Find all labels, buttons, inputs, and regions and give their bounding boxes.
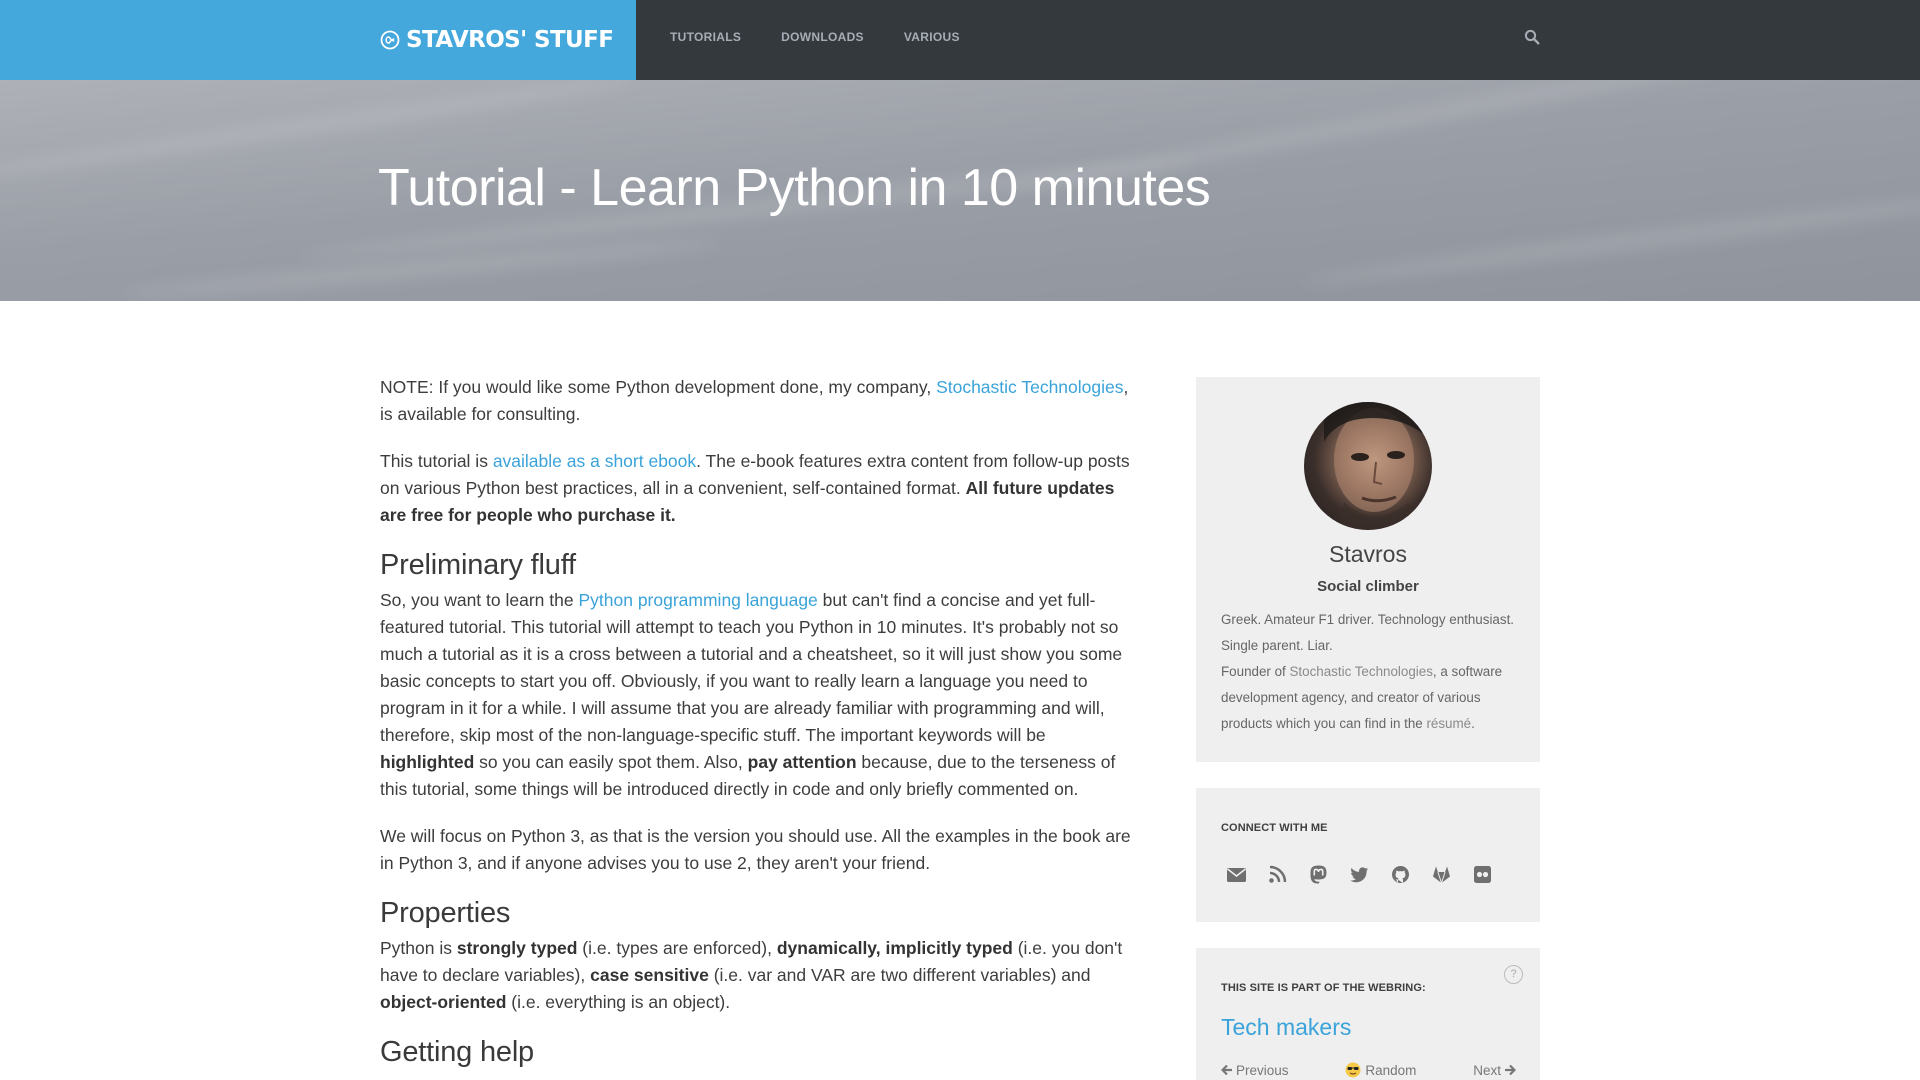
props-text: Python is	[380, 938, 457, 958]
twitter-icon[interactable]	[1349, 864, 1370, 885]
webring-next-link[interactable]: Next	[1473, 1062, 1516, 1078]
help-icon[interactable]: ?	[1504, 965, 1523, 984]
bio-founder: Founder of Stochastic Technologies, a so…	[1221, 659, 1521, 737]
brand-block: STAVROS' STUFF	[0, 0, 636, 80]
python3-paragraph: We will focus on Python 3, as that is th…	[380, 826, 1131, 873]
profile-bio: Greek. Amateur F1 driver. Technology ent…	[1221, 607, 1521, 737]
resume-link[interactable]: résumé	[1426, 716, 1471, 731]
profile-role: Social climber	[1317, 578, 1419, 595]
avatar-portrait-icon	[1324, 402, 1432, 530]
arrow-left-icon	[1221, 1064, 1232, 1076]
flickr-icon[interactable]	[1472, 864, 1493, 885]
fluff-paragraph: So, you want to learn the Python program…	[380, 587, 1135, 803]
mastodon-icon[interactable]	[1308, 864, 1329, 885]
rss-icon[interactable]	[1267, 864, 1288, 885]
fluff-text: but can't find a concise and yet full-fe…	[380, 590, 1123, 745]
sunglasses-emoji-icon	[1345, 1062, 1361, 1078]
ebook-note: This tutorial is available as a short eb…	[380, 448, 1135, 529]
webring-next-label: Next	[1473, 1062, 1501, 1078]
hero-banner: Tutorial - Learn Python in 10 minutes	[0, 80, 1920, 301]
bio-line: Greek. Amateur F1 driver. Technology ent…	[1221, 612, 1515, 653]
fluff-text: So, you want to learn the	[380, 590, 579, 610]
social-links	[1226, 864, 1513, 885]
webring-navigation: Previous Random Next	[1221, 1062, 1516, 1078]
webring-title-link[interactable]: Tech makers	[1221, 1014, 1351, 1041]
search-icon[interactable]	[1524, 29, 1540, 45]
ebook-text: This tutorial is	[380, 451, 493, 471]
site-title: STAVROS' STUFF	[406, 27, 614, 53]
bio-text: Founder of	[1221, 664, 1290, 679]
avatar	[1304, 402, 1432, 530]
logo-icon	[380, 30, 400, 50]
article-content: NOTE: If you would like some Python deve…	[380, 374, 1135, 1074]
gitlab-icon[interactable]	[1431, 864, 1452, 885]
heading-getting-help: Getting help	[380, 1036, 534, 1068]
bold-pay-attention: pay attention	[747, 752, 857, 772]
props-text: (i.e. var and VAR are two different vari…	[708, 965, 1091, 985]
site-logo-link[interactable]: STAVROS' STUFF	[380, 24, 614, 56]
note-text: NOTE: If you would like some Python deve…	[380, 377, 937, 397]
webring-random-link[interactable]: Random	[1345, 1062, 1416, 1078]
page-title: Tutorial - Learn Python in 10 minutes	[378, 159, 1211, 217]
profile-card: Stavros Social climber Greek. Amateur F1…	[1196, 377, 1540, 762]
webring-random-label: Random	[1365, 1062, 1417, 1078]
bold-highlighted: highlighted	[380, 752, 475, 772]
arrow-right-icon	[1504, 1064, 1516, 1076]
connect-heading: CONNECT WITH ME	[1221, 822, 1328, 834]
main-nav: TUTORIALS DOWNLOADS VARIOUS	[670, 30, 1000, 44]
ebook-link[interactable]: available as a short ebook	[493, 451, 696, 471]
props-text: (i.e. types are enforced),	[577, 938, 777, 958]
webring-card: THIS SITE IS PART OF THE WEBRING: ? Tech…	[1196, 948, 1540, 1080]
connect-card: CONNECT WITH ME	[1196, 788, 1540, 922]
fluff-text: so you can easily spot them. Also,	[474, 752, 748, 772]
email-icon[interactable]	[1226, 864, 1247, 885]
nav-downloads[interactable]: DOWNLOADS	[781, 30, 864, 44]
bold-strongly-typed: strongly typed	[456, 938, 578, 958]
profile-name: Stavros	[1329, 541, 1407, 567]
stochastic-link[interactable]: Stochastic Technologies	[936, 377, 1123, 397]
webring-previous-label: Previous	[1236, 1062, 1289, 1078]
webring-previous-link[interactable]: Previous	[1221, 1062, 1289, 1078]
webring-heading: THIS SITE IS PART OF THE WEBRING:	[1221, 982, 1426, 994]
python-language-link[interactable]: Python programming language	[578, 590, 817, 610]
top-navigation-bar: STAVROS' STUFF TUTORIALS DOWNLOADS VARIO…	[0, 0, 1920, 80]
bold-object-oriented: object-oriented	[380, 992, 507, 1012]
bio-stochastic-link[interactable]: Stochastic Technologies	[1289, 664, 1432, 679]
heading-preliminary-fluff: Preliminary fluff	[380, 549, 576, 581]
consulting-note: NOTE: If you would like some Python deve…	[380, 374, 1135, 428]
bold-dynamically-typed: dynamically, implicitly typed	[776, 938, 1013, 958]
props-text: (i.e. everything is an object).	[506, 992, 731, 1012]
heading-properties: Properties	[380, 897, 511, 929]
github-icon[interactable]	[1390, 864, 1411, 885]
nav-various[interactable]: VARIOUS	[904, 30, 960, 44]
bold-case-sensitive: case sensitive	[590, 965, 709, 985]
properties-paragraph: Python is strongly typed (i.e. types are…	[380, 935, 1135, 1016]
nav-tutorials[interactable]: TUTORIALS	[670, 30, 741, 44]
bio-text: .	[1471, 716, 1475, 731]
